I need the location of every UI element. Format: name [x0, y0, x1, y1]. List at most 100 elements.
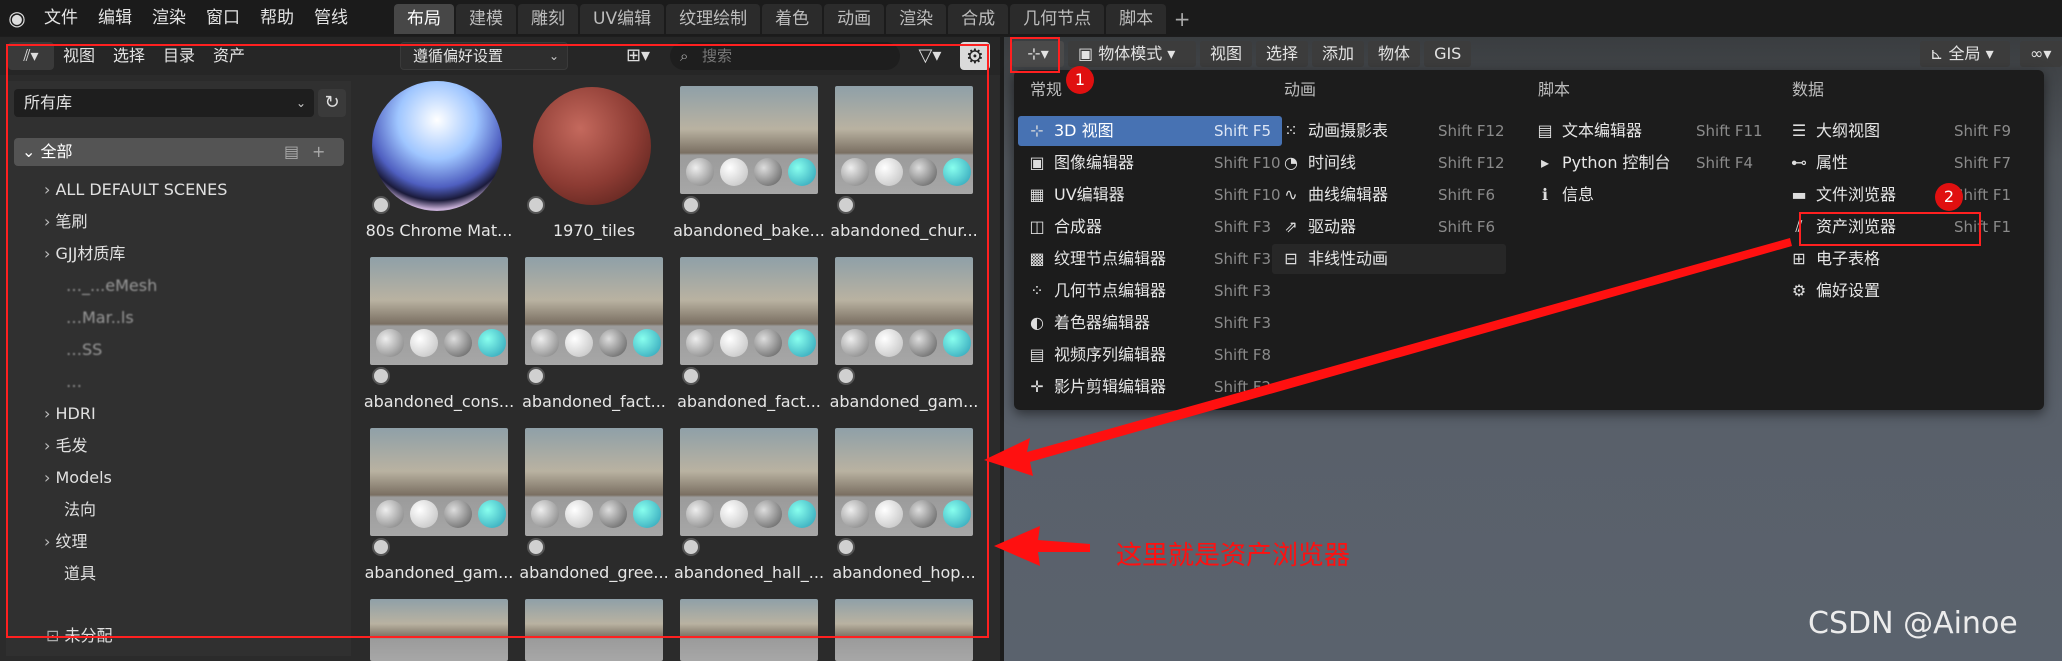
tab-scripting[interactable]: 脚本 — [1106, 4, 1167, 34]
shortcut-label: Shift F11 — [1696, 122, 1763, 140]
file-browser-icon: ▬ — [1791, 185, 1807, 204]
tab-shading[interactable]: 着色 — [762, 4, 823, 34]
editor-menu-item[interactable]: ▬ 文件浏览器 Shift F1 — [1780, 180, 2022, 210]
transform-orientation-select[interactable]: ⊾ 全局 ▾ — [1920, 41, 2010, 67]
shortcut-label: Shift F4 — [1696, 154, 1754, 172]
vp-menu-select[interactable]: 选择 — [1256, 41, 1309, 67]
text-editor-icon: ▤ — [1537, 121, 1553, 140]
menu-render[interactable]: 渲染 — [142, 0, 196, 36]
editor-menu-item[interactable]: ▦ UV编辑器 Shift F10 — [1018, 180, 1282, 210]
editor-menu-item[interactable]: ◐ 着色器编辑器 Shift F3 — [1018, 308, 1282, 338]
add-workspace-button[interactable]: + — [1168, 4, 1196, 34]
shortcut-label: Shift F3 — [1214, 218, 1272, 236]
dopesheet-icon: ⁙ — [1284, 121, 1298, 140]
top-menu-bar: ◉ 文件 编辑 渲染 窗口 帮助 管线 布局 建模 雕刻 UV编辑 纹理绘制 着… — [0, 0, 2062, 36]
snapping-button[interactable]: ∞▾ — [2020, 41, 2062, 67]
annotation-marker-1: 1 — [1066, 66, 1094, 94]
shortcut-label: Shift F6 — [1438, 186, 1496, 204]
geometry-node-icon: ⁘ — [1030, 281, 1044, 300]
properties-icon: ⊷ — [1791, 153, 1807, 172]
tab-sculpting[interactable]: 雕刻 — [518, 4, 578, 34]
editor-menu-item[interactable]: ▸ Python 控制台 Shift F4 — [1526, 148, 1764, 178]
menu-column-heading: 常规 — [1030, 80, 1063, 99]
vp-menu-object[interactable]: 物体 — [1368, 41, 1421, 67]
editor-menu-item[interactable]: ◫ 合成器 Shift F3 — [1018, 212, 1282, 242]
tab-modeling[interactable]: 建模 — [456, 4, 516, 34]
annotation-box-asset-area — [6, 44, 989, 638]
drivers-icon: ⇗ — [1284, 217, 1298, 236]
shortcut-label: Shift F2 — [1214, 378, 1272, 396]
tab-geometry-nodes[interactable]: 几何节点 — [1010, 4, 1105, 34]
editor-menu-item[interactable]: ▤ 文本编辑器 Shift F11 — [1526, 116, 1764, 146]
editor-menu-item[interactable]: ⊷ 属性 Shift F7 — [1780, 148, 2022, 178]
editor-menu-item[interactable]: ✛ 影片剪辑编辑器 Shift F2 — [1018, 372, 1282, 402]
menu-column-heading: 数据 — [1792, 80, 1825, 99]
axes-icon: ⊾ — [1930, 44, 1949, 63]
shortcut-label: Shift F12 — [1438, 122, 1505, 140]
menu-edit[interactable]: 编辑 — [88, 0, 142, 36]
editor-menu-item[interactable]: ▩ 纹理节点编辑器 Shift F3 — [1018, 244, 1282, 274]
shortcut-label: Shift F6 — [1438, 218, 1496, 236]
editor-menu-item[interactable]: ◔ 时间线 Shift F12 — [1272, 148, 1506, 178]
link-icon: ∞▾ — [2030, 44, 2052, 63]
object-mode-select[interactable]: ▣ 物体模式 ▾ — [1068, 41, 1196, 67]
shortcut-label: Shift F10 — [1214, 154, 1281, 172]
blender-logo-icon[interactable]: ◉ — [0, 0, 34, 36]
editor-menu-item[interactable]: ⇗ 驱动器 Shift F6 — [1272, 212, 1506, 242]
image-editor-icon: ▣ — [1029, 153, 1045, 172]
annotation-box-editor-button — [1010, 37, 1060, 73]
shortcut-label: Shift F3 — [1214, 314, 1272, 332]
object-mode-icon: ▣ — [1078, 44, 1099, 63]
menu-help[interactable]: 帮助 — [250, 0, 304, 36]
outliner-icon: ☰ — [1791, 121, 1807, 140]
nla-icon: ⊟ — [1284, 249, 1298, 268]
vp-menu-gis[interactable]: GIS — [1424, 41, 1472, 67]
texture-node-icon: ▩ — [1029, 249, 1045, 268]
menu-column-heading: 脚本 — [1538, 80, 1571, 99]
shortcut-label: Shift F5 — [1214, 122, 1272, 140]
watermark: CSDN @Ainoe — [1808, 606, 2018, 641]
viewport-header: ⊹▾ ▣ 物体模式 ▾ 视图 选择 添加 物体 GIS ⊾ 全局 ▾ ∞▾ — [1004, 37, 2062, 71]
editor-menu-item[interactable]: ⁘ 几何节点编辑器 Shift F3 — [1018, 276, 1282, 306]
vp-menu-add[interactable]: 添加 — [1312, 41, 1365, 67]
editor-menu-item[interactable]: ⁙ 动画摄影表 Shift F12 — [1272, 116, 1506, 146]
info-icon: ℹ — [1541, 185, 1549, 204]
editor-menu-item[interactable]: ▣ 图像编辑器 Shift F10 — [1018, 148, 1282, 178]
editor-menu-item[interactable]: ∿ 曲线编辑器 Shift F6 — [1272, 180, 1506, 210]
compositor-icon: ◫ — [1029, 217, 1045, 236]
editor-menu-item[interactable]: ☰ 大纲视图 Shift F9 — [1780, 116, 2022, 146]
shortcut-label: Shift F3 — [1214, 250, 1272, 268]
python-console-icon: ▸ — [1540, 153, 1550, 172]
annotation-box-asset-browser-item — [1799, 212, 1981, 246]
shortcut-label: Shift F12 — [1438, 154, 1505, 172]
annotation-marker-2: 2 — [1935, 183, 1963, 211]
spreadsheet-icon: ⊞ — [1792, 249, 1806, 268]
editor-menu-item[interactable]: ⊟ 非线性动画 — [1272, 244, 1506, 274]
shortcut-label: Shift F3 — [1214, 282, 1272, 300]
menu-pipeline[interactable]: 管线 — [304, 0, 358, 36]
editor-menu-item[interactable]: ℹ 信息 — [1526, 180, 1764, 210]
tab-compositing[interactable]: 合成 — [948, 4, 1009, 34]
shortcut-label: Shift F8 — [1214, 346, 1272, 364]
shortcut-label: Shift F10 — [1214, 186, 1281, 204]
editor-menu-item[interactable]: ⊹ 3D 视图 Shift F5 — [1018, 116, 1282, 146]
tab-layout[interactable]: 布局 — [394, 4, 454, 34]
sequencer-icon: ▤ — [1029, 345, 1045, 364]
menu-window[interactable]: 窗口 — [196, 0, 250, 36]
menu-column-heading: 动画 — [1284, 80, 1317, 99]
tab-animation[interactable]: 动画 — [824, 4, 885, 34]
menu-file[interactable]: 文件 — [34, 0, 88, 36]
shortcut-label: Shift F9 — [1954, 122, 2012, 140]
workspace-tabs: 布局 建模 雕刻 UV编辑 纹理绘制 着色 动画 渲染 合成 几何节点 脚本 + — [394, 4, 1196, 34]
tab-texture-paint[interactable]: 纹理绘制 — [666, 4, 761, 34]
tab-rendering[interactable]: 渲染 — [886, 4, 947, 34]
graph-editor-icon: ∿ — [1284, 185, 1298, 204]
vp-menu-view[interactable]: 视图 — [1200, 41, 1253, 67]
annotation-text: 这里就是资产浏览器 — [1116, 541, 1351, 571]
editor-menu-item[interactable]: ⚙ 偏好设置 — [1780, 276, 2022, 306]
editor-menu-item[interactable]: ⊞ 电子表格 — [1780, 244, 2022, 274]
editor-menu-item[interactable]: ▤ 视频序列编辑器 Shift F8 — [1018, 340, 1282, 370]
tab-uv-editing[interactable]: UV编辑 — [580, 4, 665, 34]
3d-viewport-icon: ⊹ — [1030, 121, 1044, 140]
shortcut-label: Shift F7 — [1954, 154, 2012, 172]
